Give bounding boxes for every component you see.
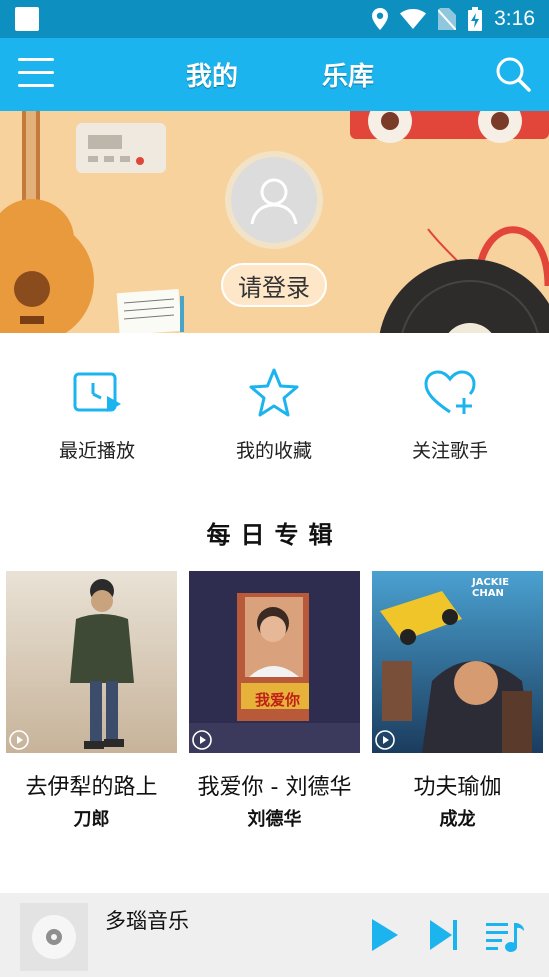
menu-icon-line [18, 71, 54, 74]
status-bar: 3:16 [0, 0, 549, 38]
album-card[interactable]: JACKIE CHAN 功夫瑜伽 成龙 [372, 571, 543, 831]
notification-icon [15, 7, 39, 31]
disc-icon [32, 915, 76, 959]
album-artist: 成龙 [439, 809, 476, 830]
album-title: 功夫瑜伽 [413, 775, 502, 800]
follow-artist-label: 关注歌手 [411, 440, 488, 462]
tape-recorder-icon [350, 111, 549, 143]
track-title: 多瑙音乐 [105, 909, 189, 933]
location-icon [372, 8, 389, 30]
search-icon[interactable] [495, 56, 531, 92]
star-icon [249, 368, 299, 417]
profile-banner: 请登录 [0, 111, 549, 333]
play-icon [375, 730, 395, 750]
user-icon [250, 178, 298, 225]
cover-text: 我爱你 [255, 691, 301, 709]
favorites-button[interactable]: 我的收藏 [209, 366, 339, 463]
app-bar: 我的 乐库 [0, 38, 549, 111]
album-cover [6, 571, 177, 753]
album-cover-art [6, 571, 177, 753]
album-card[interactable]: 去伊犁的路上 刀郎 [6, 571, 177, 831]
next-button[interactable] [424, 915, 464, 955]
menu-icon-line [18, 84, 54, 87]
play-button[interactable] [364, 915, 404, 955]
menu-icon [18, 58, 54, 61]
album-thumbnail [20, 903, 88, 971]
tab-library[interactable]: 乐库 [322, 56, 374, 93]
album-card[interactable]: 我爱你 我爱你 - 刘德华 刘德华 [189, 571, 360, 831]
avatar-placeholder [231, 157, 317, 243]
wifi-icon [400, 9, 427, 29]
heart-plus-icon [424, 370, 476, 414]
avatar[interactable] [225, 151, 323, 249]
play-icon [192, 730, 212, 750]
album-title: 去伊犁的路上 [25, 775, 158, 800]
favorites-label: 我的收藏 [235, 440, 312, 462]
follow-artist-button[interactable]: 关注歌手 [385, 366, 515, 463]
vinyl-record-icon [379, 259, 549, 333]
no-sim-icon [438, 8, 457, 30]
album-artist: 刀郎 [73, 809, 110, 830]
daily-albums-title: 每日专辑 [206, 521, 343, 549]
album-cover-art [189, 571, 360, 753]
cover-text: JACKIE CHAN [472, 577, 510, 599]
recent-play-icon [73, 372, 121, 412]
status-icons: 3:16 [372, 5, 535, 33]
play-icon [9, 730, 29, 750]
radio-icon [76, 123, 166, 173]
tab-mine[interactable]: 我的 [186, 56, 238, 93]
status-time: 3:16 [494, 7, 535, 30]
playlist-button[interactable] [484, 915, 524, 955]
album-title: 我爱你 - 刘德华 [197, 775, 352, 800]
recent-play-label: 最近播放 [58, 440, 135, 462]
menu-button[interactable] [18, 58, 54, 90]
recent-play-button[interactable]: 最近播放 [32, 366, 162, 463]
album-artist: 刘德华 [247, 809, 302, 830]
sheet-music-icon [116, 288, 184, 333]
login-button[interactable]: 请登录 [221, 263, 327, 307]
battery-charging-icon [468, 7, 483, 31]
album-cover: JACKIE CHAN [372, 571, 543, 753]
album-cover: 我爱你 [189, 571, 360, 753]
mini-player[interactable]: 多瑙音乐 [0, 893, 549, 977]
